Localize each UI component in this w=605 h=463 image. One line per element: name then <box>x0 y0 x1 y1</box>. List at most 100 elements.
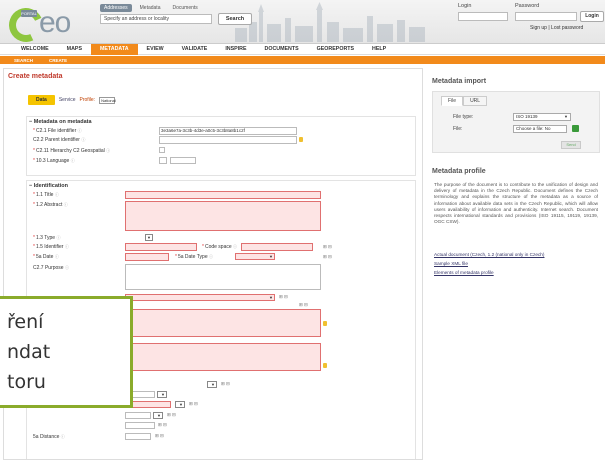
password-input[interactable] <box>515 12 577 21</box>
add-remove-icons[interactable]: ⊞ ⊟ <box>155 433 164 439</box>
file-identifier-input[interactable]: 3e3a6e7a-3c3b-4d3e-a0c5-3c3b8a8b1c2f <box>159 127 297 135</box>
search-button[interactable]: Search <box>218 13 252 25</box>
resolution-select[interactable] <box>175 401 185 408</box>
file-type-label: File type: <box>453 114 474 120</box>
keywords-textarea[interactable] <box>125 309 321 337</box>
subnav-search[interactable]: SEARCH <box>14 58 33 63</box>
profile-elements-link[interactable]: Elements of metadata profile <box>434 270 494 275</box>
login-button[interactable]: Login <box>580 11 604 22</box>
file-choose-input[interactable]: Choose a file: No <box>513 125 567 133</box>
section-title: − Metadata on metadata <box>29 119 92 125</box>
identifier-input[interactable] <box>125 243 197 251</box>
page-title: Create metadata <box>8 73 63 80</box>
nav-georeports[interactable]: GEOREPORTS <box>308 44 363 55</box>
nav-eview[interactable]: EVIEW <box>138 44 173 55</box>
parent-identifier-input[interactable] <box>159 136 297 144</box>
add-remove-icons[interactable]: ⊞ ⊟ <box>158 422 167 428</box>
nav-maps[interactable]: MAPS <box>58 44 91 55</box>
search-tab-documents[interactable]: Documents <box>168 4 201 12</box>
send-button[interactable]: Send <box>561 141 581 149</box>
add-remove-icons[interactable]: ⊞ ⊟ <box>279 294 288 300</box>
add-remove-icons[interactable]: ⊞ ⊟ <box>299 302 308 308</box>
lock-icon <box>323 321 327 326</box>
metadata-import-title: Metadata import <box>432 78 487 85</box>
section-title: − Identification <box>29 183 68 189</box>
abstract-label: *1.2 Abstract ⓘ <box>33 202 68 208</box>
nav-metadata[interactable]: METADATA <box>90 43 138 55</box>
topic-select[interactable] <box>153 412 163 419</box>
code-space-label: *Code space ⓘ <box>202 244 238 250</box>
metadata-profile-title: Metadata profile <box>432 168 486 175</box>
nav-validate[interactable]: VALIDATE <box>173 44 217 55</box>
login-label: Login <box>458 3 472 9</box>
type-service-option[interactable]: Service <box>59 97 76 103</box>
upload-icon[interactable] <box>572 125 579 132</box>
abstract-textarea[interactable] <box>125 201 321 231</box>
field-label: *C2.1 File identifier ⓘ <box>33 128 82 134</box>
lineage-textarea[interactable] <box>125 343 321 371</box>
city-skyline-image <box>235 2 425 42</box>
file-type-select[interactable]: ISO 19139 <box>513 113 571 121</box>
purpose-label: C2.7 Purpose ⓘ <box>33 265 69 271</box>
sub-navigation: SEARCH CREATE <box>0 56 605 64</box>
profile-label: Profile: <box>79 97 96 103</box>
info-icon: ⓘ <box>77 128 82 133</box>
profile-document-link[interactable]: Actual document (Czech, 1.2 (national on… <box>434 252 544 257</box>
lock-icon <box>323 363 327 368</box>
nav-inspire[interactable]: INSPIRE <box>216 44 255 55</box>
sample-xml-link[interactable]: Sample XML file <box>434 261 468 266</box>
add-remove-icons[interactable]: ⊞ ⊟ <box>221 381 230 387</box>
tab-url[interactable]: URL <box>463 96 488 106</box>
code-space-input[interactable] <box>241 243 313 251</box>
language-code-input[interactable] <box>159 157 167 164</box>
import-tabs: File URL <box>441 96 488 106</box>
login-input[interactable] <box>458 12 508 21</box>
tab-file[interactable]: File <box>441 96 464 106</box>
field-label: *C2.11 Hierarchy C2 Geospatial ⓘ <box>33 148 111 154</box>
date-label: *5a Date ⓘ <box>33 254 59 260</box>
title-label: *1.1 Title ⓘ <box>33 192 59 198</box>
nav-help[interactable]: HELP <box>363 44 395 55</box>
date-input[interactable] <box>125 253 169 261</box>
add-remove-icons[interactable]: ⊞ ⊟ <box>167 412 176 418</box>
login-links[interactable]: Sign up | Lost password <box>530 25 583 31</box>
info-icon: ⓘ <box>54 192 59 197</box>
topic-input[interactable] <box>125 412 151 419</box>
info-icon: ⓘ <box>64 244 69 249</box>
profile-select[interactable]: National <box>99 96 116 104</box>
callout-line: ření <box>7 311 44 333</box>
add-remove-icons[interactable]: ⊞ ⊟ <box>323 254 332 260</box>
search-tab-metadata[interactable]: Metadata <box>136 4 165 12</box>
add-remove-icons[interactable]: ⊞ ⊟ <box>189 401 198 407</box>
nav-documents[interactable]: DOCUMENTS <box>256 44 308 55</box>
date-type-select[interactable] <box>235 253 275 260</box>
field-label: *10.3 Language ⓘ <box>33 158 75 164</box>
field-label: C2.2 Parent identifier ⓘ <box>33 137 86 143</box>
search-tabs: Addresses Metadata Documents <box>100 4 202 12</box>
callout-line: toru <box>7 371 46 393</box>
contact-select[interactable] <box>125 294 275 301</box>
hierarchy-checkbox[interactable] <box>159 147 165 153</box>
password-label: Password <box>515 3 540 9</box>
nav-welcome[interactable]: WELCOME <box>12 44 58 55</box>
representation-select[interactable] <box>157 391 167 398</box>
type-data-button[interactable]: Data <box>28 95 55 105</box>
scale-select[interactable] <box>207 381 217 388</box>
info-icon: ⓘ <box>60 434 65 439</box>
info-icon: ⓘ <box>63 202 68 207</box>
extent-input[interactable] <box>125 422 155 429</box>
type-select[interactable] <box>145 234 153 241</box>
identifier-label: *1.5 Identifier ⓘ <box>33 244 69 250</box>
portal-logo[interactable]: PORTAL eo <box>4 3 89 43</box>
caption-callout: ření ndat toru <box>0 296 133 408</box>
purpose-textarea[interactable] <box>125 264 321 290</box>
import-panel: File URL File type: ISO 19139 File: Choo… <box>432 91 600 153</box>
language-select[interactable] <box>170 157 196 164</box>
info-icon: ⓘ <box>233 244 238 249</box>
search-tab-addresses[interactable]: Addresses <box>100 4 132 12</box>
subnav-create[interactable]: CREATE <box>49 58 67 63</box>
search-input[interactable]: Specify an address or locality <box>100 14 212 24</box>
title-input[interactable] <box>125 191 321 199</box>
add-remove-icons[interactable]: ⊞ ⊟ <box>323 244 332 250</box>
distance-input[interactable] <box>125 433 151 440</box>
